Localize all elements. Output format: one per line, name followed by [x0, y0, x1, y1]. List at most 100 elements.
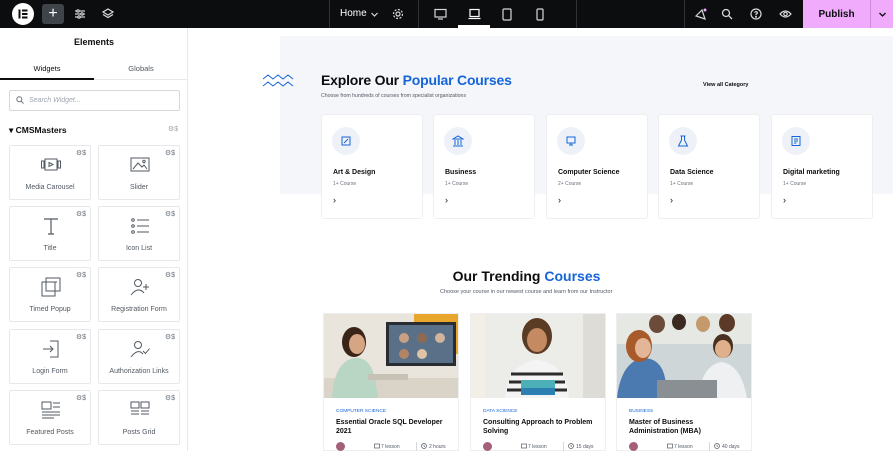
lesson-icon: [521, 443, 527, 451]
widget-posts-grid[interactable]: ⚙$ Posts Grid: [98, 390, 180, 445]
course-title[interactable]: Essential Oracle SQL Developer 2021: [336, 418, 451, 436]
site-settings-icon[interactable]: [70, 4, 90, 24]
instructor-avatar[interactable]: [629, 442, 638, 451]
course-image: [471, 314, 605, 398]
login-form-icon: [43, 340, 59, 358]
publish-button[interactable]: Publish: [803, 0, 870, 28]
pro-icon: ⚙$: [164, 211, 175, 218]
authorization-links-icon: [130, 341, 150, 358]
lesson-count: 7 lesson: [528, 444, 547, 450]
widget-featured-posts[interactable]: ⚙$ Featured Posts: [9, 390, 91, 445]
widget-slider[interactable]: ⚙$ Slider: [98, 145, 180, 200]
widget-label: Registration Form: [111, 306, 167, 313]
category-card[interactable]: Art & Design 1+ Course ›: [321, 114, 423, 219]
publish-label: Publish: [818, 8, 855, 20]
category-card[interactable]: Business 1+ Course ›: [433, 114, 535, 219]
featured-posts-icon: [41, 401, 60, 419]
heading-part: Explore Our: [321, 72, 403, 88]
whats-new-icon[interactable]: [690, 4, 710, 24]
category-card[interactable]: Data Science 1+ Course ›: [658, 114, 760, 219]
digital-marketing-icon: [782, 127, 810, 155]
elements-panel: Elements Widgets Globals Search Widget..…: [0, 28, 188, 451]
settings-gear-icon[interactable]: [388, 4, 408, 24]
category-name: Computer Science: [558, 169, 620, 176]
widget-login-form[interactable]: ⚙$ Login Form: [9, 329, 91, 384]
course-category-tag[interactable]: DATA SCIENCE: [483, 409, 517, 414]
meta-divider: [709, 442, 710, 451]
widget-media-carousel[interactable]: ⚙$ Media Carousel: [9, 145, 91, 200]
course-card[interactable]: BUSINESS Master of Business Administrati…: [616, 313, 752, 451]
course-category-tag[interactable]: BUSINESS: [629, 409, 653, 414]
widget-label: Timed Popup: [29, 306, 71, 313]
posts-grid-icon: [130, 401, 150, 415]
course-title[interactable]: Consulting Approach to Problem Solving: [483, 418, 598, 436]
clock-icon: [421, 443, 427, 451]
trending-courses-subtitle: Choose your course in our newest course …: [440, 289, 613, 295]
search-placeholder: Search Widget...: [29, 97, 81, 104]
chevron-down-icon[interactable]: [870, 0, 893, 28]
category-count: 1+ Course: [333, 181, 357, 187]
laptop-icon[interactable]: [464, 4, 484, 24]
structure-layers-icon[interactable]: [98, 4, 118, 24]
computer-science-icon: [557, 127, 585, 155]
course-image: [324, 314, 458, 398]
widget-label: Icon List: [125, 245, 153, 252]
course-card[interactable]: DATA SCIENCE Consulting Approach to Prob…: [470, 313, 606, 451]
editor-topbar: + Home Publish: [0, 0, 893, 28]
meta-divider: [416, 442, 417, 451]
art-design-icon: [332, 127, 360, 155]
meta-divider: [563, 442, 564, 451]
pro-icon: ⚙$: [164, 150, 175, 157]
instructor-avatar[interactable]: [483, 442, 492, 451]
popular-courses-heading: Explore Our Popular Courses: [321, 72, 512, 88]
panel-title: Elements: [73, 37, 115, 47]
page-name: Home: [340, 8, 367, 19]
title-icon: [44, 218, 58, 235]
category-name: Digital marketing: [783, 169, 840, 176]
chevron-down-icon[interactable]: [364, 4, 384, 24]
heading-highlight: Popular Courses: [402, 72, 512, 88]
category-name: Data Science: [670, 169, 714, 176]
clock-icon: [568, 443, 574, 451]
search-widget-input[interactable]: Search Widget...: [9, 90, 180, 111]
course-duration: 2 hours: [429, 444, 446, 450]
tablet-icon[interactable]: [497, 4, 517, 24]
course-title[interactable]: Master of Business Administration (MBA): [629, 418, 744, 436]
pro-icon: ⚙$: [168, 126, 179, 133]
view-all-category-link[interactable]: View all Category: [703, 82, 748, 88]
slider-icon: [130, 157, 150, 172]
help-icon[interactable]: [746, 4, 766, 24]
mobile-icon[interactable]: [530, 4, 550, 24]
data-science-icon: [669, 127, 697, 155]
elementor-logo-icon[interactable]: [12, 3, 34, 25]
arrow-right-icon[interactable]: ›: [783, 195, 786, 205]
business-icon: [444, 127, 472, 155]
arrow-right-icon[interactable]: ›: [558, 195, 561, 205]
category-name: Business: [445, 169, 477, 176]
category-header[interactable]: ▾ CMSMasters: [9, 125, 67, 136]
instructor-avatar[interactable]: [336, 442, 345, 451]
pro-icon: ⚙$: [75, 150, 86, 157]
search-icon[interactable]: [717, 4, 737, 24]
course-category-tag[interactable]: COMPUTER SCIENCE: [336, 409, 386, 414]
widget-icon-list[interactable]: ⚙$ Icon List: [98, 206, 180, 261]
course-card[interactable]: COMPUTER SCIENCE Essential Oracle SQL De…: [323, 313, 459, 451]
preview-eye-icon[interactable]: [775, 4, 795, 24]
arrow-right-icon[interactable]: ›: [445, 195, 448, 205]
tab-globals[interactable]: Globals: [94, 58, 188, 80]
category-card[interactable]: Digital marketing 1+ Course ›: [771, 114, 873, 219]
arrow-right-icon[interactable]: ›: [333, 195, 336, 205]
arrow-right-icon[interactable]: ›: [670, 195, 673, 205]
category-count: 1+ Course: [445, 181, 469, 187]
widget-title[interactable]: ⚙$ Title: [9, 206, 91, 261]
pro-icon: ⚙$: [164, 395, 175, 402]
lesson-icon: [667, 443, 673, 451]
page-selector[interactable]: Home: [340, 0, 367, 28]
tab-widgets[interactable]: Widgets: [0, 58, 94, 80]
category-card[interactable]: Computer Science 2+ Course ›: [546, 114, 648, 219]
trending-courses-heading: Our Trending Courses: [0, 268, 893, 284]
add-element-icon[interactable]: +: [42, 4, 64, 24]
pro-icon: ⚙$: [75, 334, 86, 341]
widget-authorization-links[interactable]: ⚙$ Authorization Links: [98, 329, 180, 384]
desktop-icon[interactable]: [430, 4, 450, 24]
